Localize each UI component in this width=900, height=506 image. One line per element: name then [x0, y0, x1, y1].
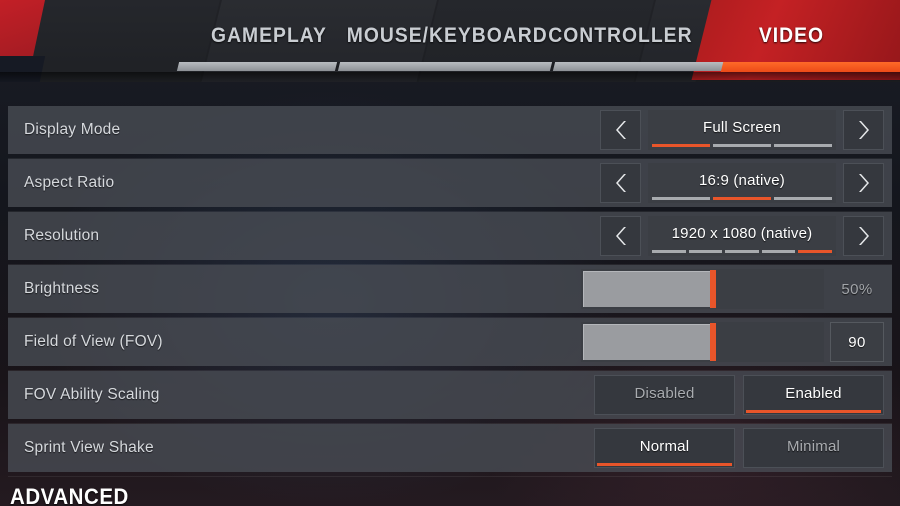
segment — [798, 250, 832, 253]
tab-bar-shadow — [0, 72, 900, 82]
tab-video-label: VIDEO — [758, 24, 824, 47]
display-mode-value[interactable]: Full Screen — [648, 110, 836, 150]
chevron-right-icon — [858, 174, 869, 192]
setting-label-aspect-ratio: Aspect Ratio — [24, 174, 115, 191]
aspect-ratio-value[interactable]: 16:9 (native) — [648, 163, 836, 203]
tab-controller-label: CONTROLLER — [547, 24, 693, 47]
segment — [761, 250, 796, 253]
fov-slider[interactable] — [581, 322, 824, 362]
fov-value[interactable]: 90 — [830, 322, 884, 362]
fov-ability-scaling-option-enabled[interactable]: Enabled — [743, 375, 884, 415]
aspect-ratio-segments — [652, 197, 832, 200]
brightness-slider-handle[interactable] — [710, 270, 716, 308]
display-mode-prev-button[interactable] — [600, 110, 641, 150]
setting-control-resolution: 1920 x 1080 (native) — [600, 212, 892, 260]
segment — [713, 197, 771, 200]
sprint-view-shake-normal-label: Normal — [639, 438, 690, 455]
segment — [652, 144, 710, 147]
segment — [725, 250, 759, 253]
segment — [688, 250, 723, 253]
fov-slider-fill — [583, 324, 712, 360]
brightness-slider-fill — [583, 271, 712, 307]
setting-label-resolution: Resolution — [24, 227, 100, 244]
tab-mouse-keyboard-label: MOUSE/KEYBOARD — [346, 24, 548, 47]
setting-row-fov-ability-scaling: FOV Ability Scaling Disabled Enabled — [8, 371, 892, 424]
display-mode-value-text: Full Screen — [702, 119, 782, 136]
display-mode-segments — [652, 144, 832, 147]
setting-label-fov-ability-scaling: FOV Ability Scaling — [24, 386, 160, 403]
aspect-ratio-next-button[interactable] — [843, 163, 884, 203]
resolution-segments — [652, 250, 832, 253]
setting-control-brightness: 50% — [581, 265, 892, 313]
chevron-left-icon — [615, 227, 626, 245]
setting-control-fov-ability-scaling: Disabled Enabled — [586, 371, 892, 419]
setting-control-aspect-ratio: 16:9 (native) — [600, 159, 892, 207]
settings-list: Display Mode Full Screen Aspect Ratio 16… — [8, 106, 892, 477]
brightness-slider[interactable] — [581, 269, 824, 309]
segment — [774, 197, 832, 200]
advanced-section-heading: ADVANCED — [10, 484, 129, 506]
setting-row-aspect-ratio: Aspect Ratio 16:9 (native) — [8, 159, 892, 212]
setting-row-display-mode: Display Mode Full Screen — [8, 106, 892, 159]
chevron-right-icon — [858, 121, 869, 139]
setting-label-fov: Field of View (FOV) — [24, 333, 163, 350]
chevron-right-icon — [858, 227, 869, 245]
setting-control-sprint-view-shake: Normal Minimal — [586, 424, 892, 472]
setting-control-fov: 90 — [581, 318, 892, 366]
resolution-prev-button[interactable] — [600, 216, 641, 256]
brightness-value: 50% — [841, 280, 873, 298]
segment — [652, 197, 710, 200]
sprint-view-shake-option-normal[interactable]: Normal — [594, 428, 735, 468]
setting-row-fov: Field of View (FOV) 90 — [8, 318, 892, 371]
aspect-ratio-value-text: 16:9 (native) — [699, 172, 785, 189]
setting-control-display-mode: Full Screen — [600, 106, 892, 154]
resolution-next-button[interactable] — [843, 216, 884, 256]
segment — [713, 144, 771, 147]
fov-ability-scaling-disabled-label: Disabled — [634, 385, 695, 402]
fov-ability-scaling-option-disabled[interactable]: Disabled — [594, 375, 735, 415]
setting-row-resolution: Resolution 1920 x 1080 (native) — [8, 212, 892, 265]
setting-label-brightness: Brightness — [24, 280, 100, 297]
resolution-value[interactable]: 1920 x 1080 (native) — [648, 216, 836, 256]
video-settings-screen: GAMEPLAY MOUSE/KEYBOARD CONTROLLER VIDEO… — [0, 0, 900, 506]
tab-underline-rail — [176, 62, 730, 71]
setting-label-display-mode: Display Mode — [24, 121, 121, 138]
setting-label-sprint-view-shake: Sprint View Shake — [24, 439, 154, 456]
active-tab-underline — [720, 62, 900, 72]
chevron-left-icon — [615, 121, 626, 139]
sprint-view-shake-minimal-label: Minimal — [786, 438, 841, 455]
setting-row-brightness: Brightness 50% — [8, 265, 892, 318]
display-mode-next-button[interactable] — [843, 110, 884, 150]
segment — [652, 250, 686, 253]
aspect-ratio-prev-button[interactable] — [600, 163, 641, 203]
resolution-value-text: 1920 x 1080 (native) — [671, 225, 813, 242]
fov-slider-handle[interactable] — [710, 323, 716, 361]
tab-gameplay-label: GAMEPLAY — [211, 24, 327, 47]
fov-ability-scaling-enabled-label: Enabled — [785, 385, 842, 402]
setting-row-sprint-view-shake: Sprint View Shake Normal Minimal — [8, 424, 892, 477]
segment — [774, 144, 832, 147]
chevron-left-icon — [615, 174, 626, 192]
sprint-view-shake-option-minimal[interactable]: Minimal — [743, 428, 884, 468]
tab-bar: GAMEPLAY MOUSE/KEYBOARD CONTROLLER VIDEO — [0, 0, 900, 82]
